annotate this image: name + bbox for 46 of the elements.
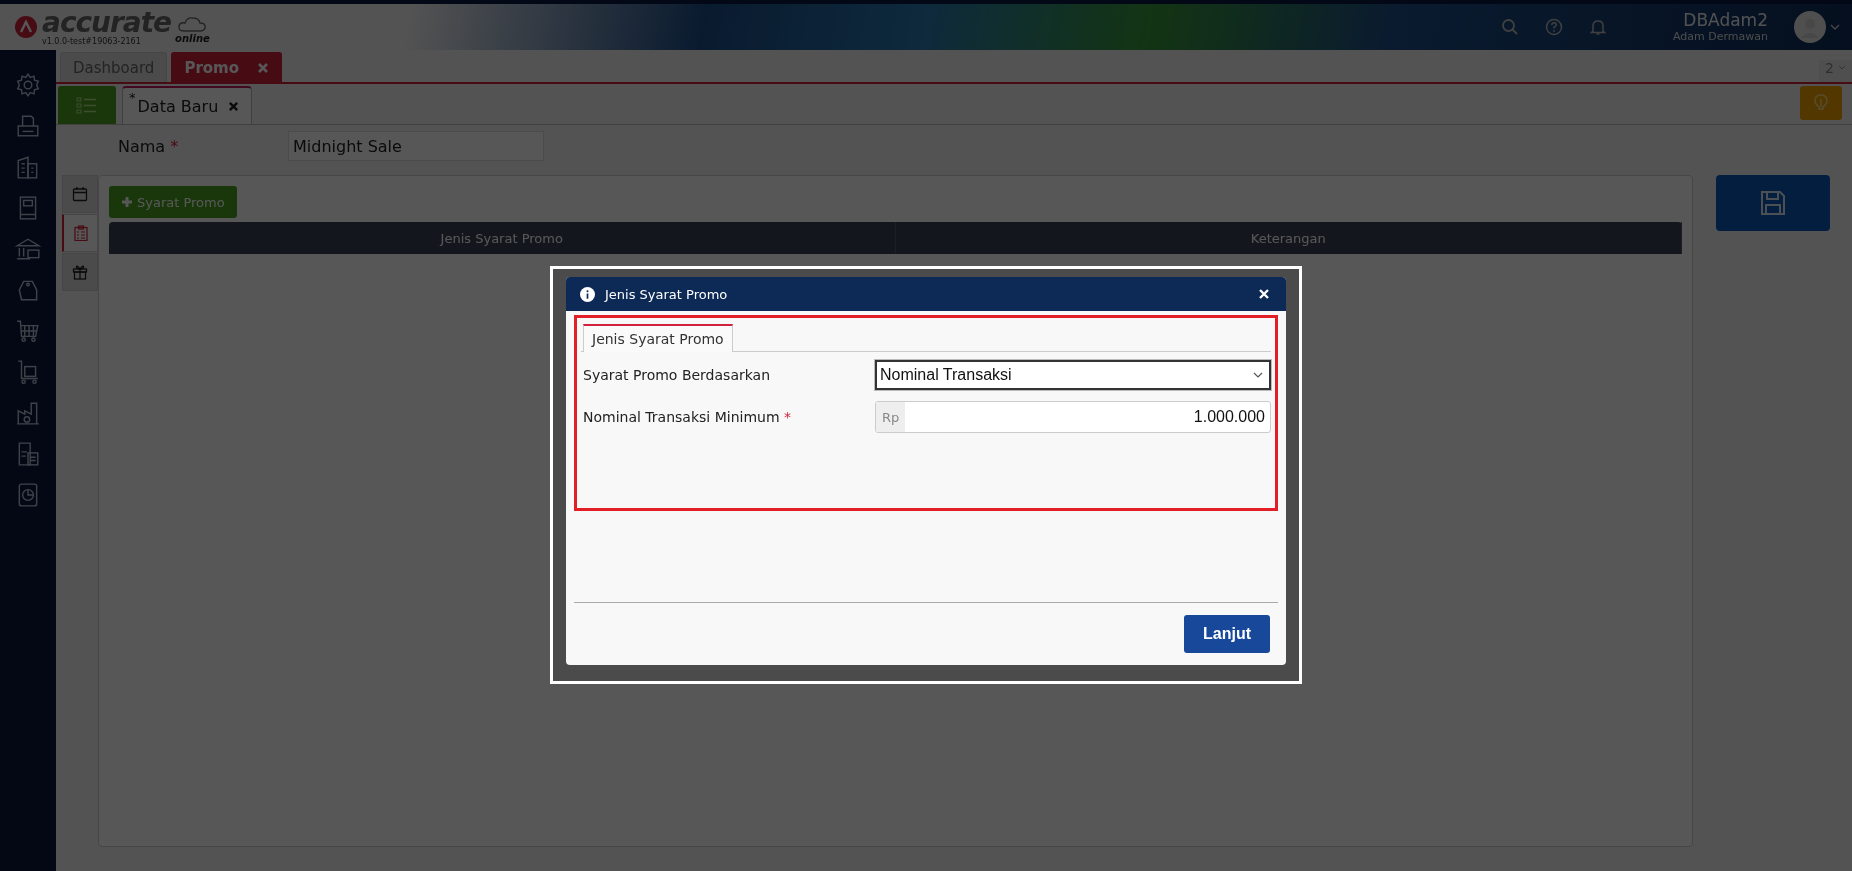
help-icon[interactable] — [1545, 18, 1563, 36]
version-text: v1.0.0-test#19063-2161 — [42, 36, 142, 46]
field-label: Syarat Promo Berdasarkan — [582, 367, 772, 383]
list-button[interactable] — [58, 86, 116, 124]
logo-icon — [14, 15, 38, 39]
fax-machine-icon[interactable] — [15, 113, 41, 139]
user-name: Adam Dermawan — [1673, 30, 1768, 43]
shopping-cart-icon[interactable] — [15, 318, 41, 344]
name-field[interactable]: Midnight Sale — [288, 131, 544, 161]
search-icon[interactable] — [1501, 18, 1519, 36]
add-condition-button[interactable]: Syarat Promo — [109, 186, 237, 218]
chevron-down-icon — [1253, 371, 1263, 379]
save-button[interactable] — [1715, 175, 1830, 231]
column-header: Jenis Syarat Promo — [109, 222, 896, 254]
clipboard-icon — [72, 225, 89, 241]
chevron-down-icon[interactable] — [1830, 23, 1840, 31]
bank-icon[interactable] — [15, 236, 41, 262]
calendar-icon — [72, 186, 88, 202]
factory-icon[interactable] — [15, 400, 41, 426]
gear-icon[interactable] — [15, 72, 41, 98]
list-icon — [76, 96, 98, 114]
cloud-icon — [177, 14, 208, 33]
column-header: Keterangan — [895, 222, 1682, 254]
document-tab[interactable]: $^{*}$Data Baru — [122, 86, 253, 124]
dialog-tab[interactable]: Jenis Syarat Promo — [583, 324, 733, 352]
hand-truck-icon[interactable] — [15, 359, 41, 385]
field-label: Nominal Transaksi Minimum * — [582, 409, 792, 425]
next-button[interactable]: Lanjut — [1184, 615, 1270, 653]
module-tab[interactable]: Promo — [171, 52, 283, 82]
checklist-tab[interactable] — [62, 214, 98, 252]
avatar-icon[interactable] — [1794, 11, 1826, 43]
lightbulb-icon — [1814, 94, 1828, 112]
field-label: Nama * — [118, 136, 180, 156]
chevron-down-icon — [1838, 65, 1846, 71]
amount-field[interactable]: Rp 1.000.000 — [875, 401, 1271, 433]
info-icon — [580, 286, 595, 302]
dropdown[interactable]: Nominal Transaksi — [875, 360, 1271, 390]
calendar-tab[interactable] — [62, 175, 98, 213]
gift-tab[interactable] — [62, 253, 98, 291]
dialog-title: Jenis Syarat Promo — [605, 286, 729, 302]
logo-subtitle: online — [175, 32, 210, 44]
tips-button[interactable] — [1800, 86, 1842, 120]
gift-icon — [72, 264, 88, 280]
plus-icon — [121, 196, 133, 208]
bell-icon[interactable] — [1589, 18, 1607, 36]
database-name: DBAdam2 — [1683, 11, 1768, 30]
